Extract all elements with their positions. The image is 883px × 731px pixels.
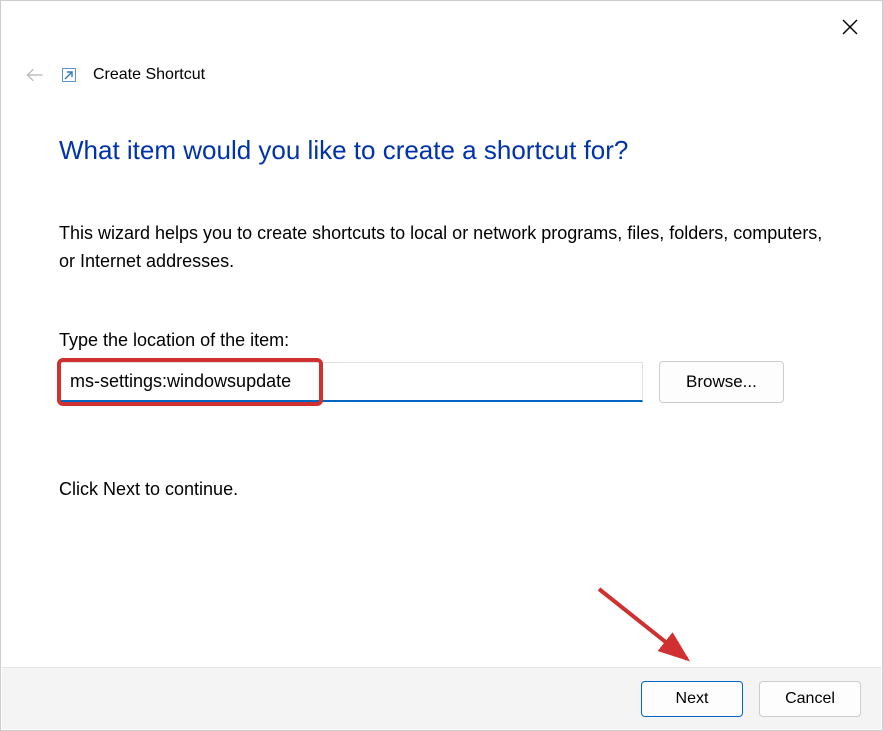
location-input-wrap — [59, 362, 643, 402]
close-button[interactable] — [832, 9, 868, 45]
content-area: What item would you like to create a sho… — [59, 121, 824, 500]
annotation-arrow — [591, 581, 711, 677]
shortcut-icon — [59, 65, 79, 85]
page-heading: What item would you like to create a sho… — [59, 135, 824, 166]
footer-bar: Next Cancel — [2, 667, 881, 729]
close-icon — [842, 19, 858, 35]
wizard-description: This wizard helps you to create shortcut… — [59, 220, 824, 276]
cancel-button[interactable]: Cancel — [759, 681, 861, 717]
back-arrow-icon — [25, 65, 45, 85]
location-label: Type the location of the item: — [59, 330, 824, 351]
continue-instruction: Click Next to continue. — [59, 479, 824, 500]
back-button — [19, 59, 51, 91]
header-row: Create Shortcut — [19, 55, 864, 95]
title-bar — [1, 1, 882, 49]
next-button[interactable]: Next — [641, 681, 743, 717]
input-row: Browse... — [59, 361, 824, 403]
location-input[interactable] — [59, 362, 643, 402]
browse-button[interactable]: Browse... — [659, 361, 784, 403]
breadcrumb-title: Create Shortcut — [93, 66, 205, 84]
